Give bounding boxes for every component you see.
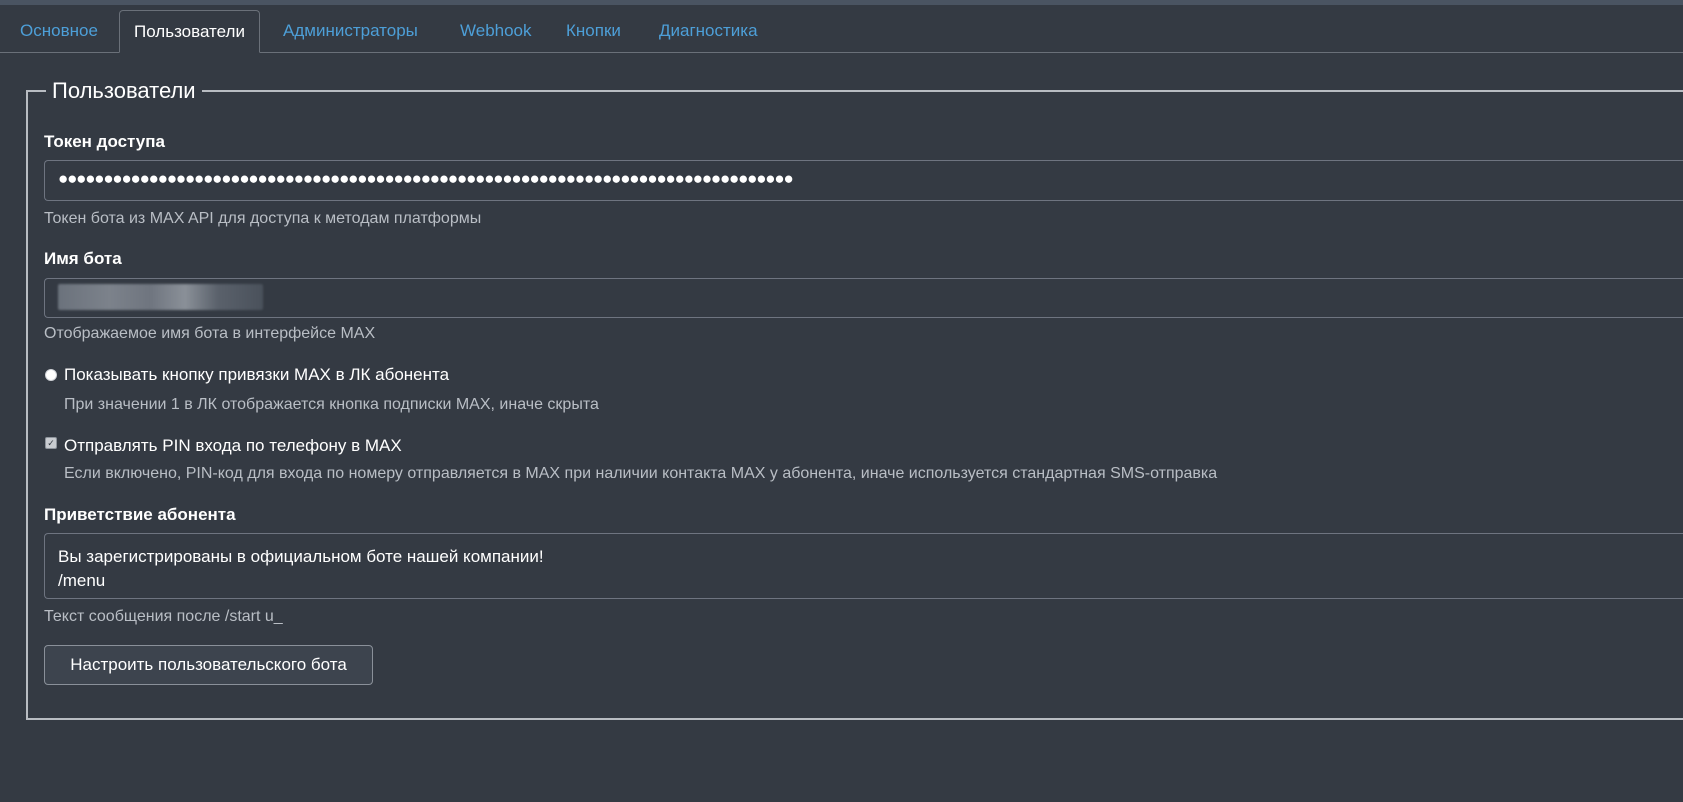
show-link-button-label: Показывать кнопку привязки MAX в ЛК абон… xyxy=(64,365,450,384)
token-input[interactable]: ●●●●●●●●●●●●●●●●●●●●●●●●●●●●●●●●●●●●●●●●… xyxy=(44,160,1683,201)
bot-name-redacted-value xyxy=(58,284,263,310)
bot-name-label: Имя бота xyxy=(44,249,122,268)
setup-user-bot-button[interactable]: Настроить пользовательского бота xyxy=(44,645,373,685)
token-help: Токен бота из MAX API для доступа к мето… xyxy=(44,210,482,227)
greeting-label: Приветствие абонента xyxy=(44,505,236,524)
greeting-line-1: Вы зарегистрированы в официальном боте н… xyxy=(58,547,544,566)
tab-users[interactable]: Пользователи xyxy=(119,10,260,53)
send-pin-help: Если включено, PIN-код для входа по номе… xyxy=(64,465,1218,482)
tab-main[interactable]: Основное xyxy=(6,10,112,50)
token-masked-value: ●●●●●●●●●●●●●●●●●●●●●●●●●●●●●●●●●●●●●●●●… xyxy=(58,169,794,188)
greeting-textarea[interactable]: Вы зарегистрированы в официальном боте н… xyxy=(44,533,1683,599)
token-label: Токен доступа xyxy=(44,132,165,151)
send-pin-checkbox[interactable]: ✓ xyxy=(45,437,57,449)
tab-webhook[interactable]: Webhook xyxy=(446,10,546,50)
tab-buttons[interactable]: Кнопки xyxy=(552,10,635,50)
section-legend: Пользователи xyxy=(52,78,196,103)
bot-name-input[interactable] xyxy=(44,278,1683,318)
tab-admins[interactable]: Администраторы xyxy=(269,10,432,50)
tab-diagnostics[interactable]: Диагностика xyxy=(645,10,772,50)
show-link-button-help: При значении 1 в ЛК отображается кнопка … xyxy=(64,396,599,413)
send-pin-label: Отправлять PIN входа по телефону в MAX xyxy=(64,436,402,455)
bot-name-help: Отображаемое имя бота в интерфейсе MAX xyxy=(44,325,376,342)
window-top-strip xyxy=(0,0,1683,5)
show-link-button-toggle[interactable] xyxy=(45,369,57,381)
tab-bar: Основное Пользователи Администраторы Web… xyxy=(0,10,1683,53)
greeting-line-2: /menu xyxy=(58,571,106,590)
greeting-help: Текст сообщения после /start u_ xyxy=(44,608,283,625)
